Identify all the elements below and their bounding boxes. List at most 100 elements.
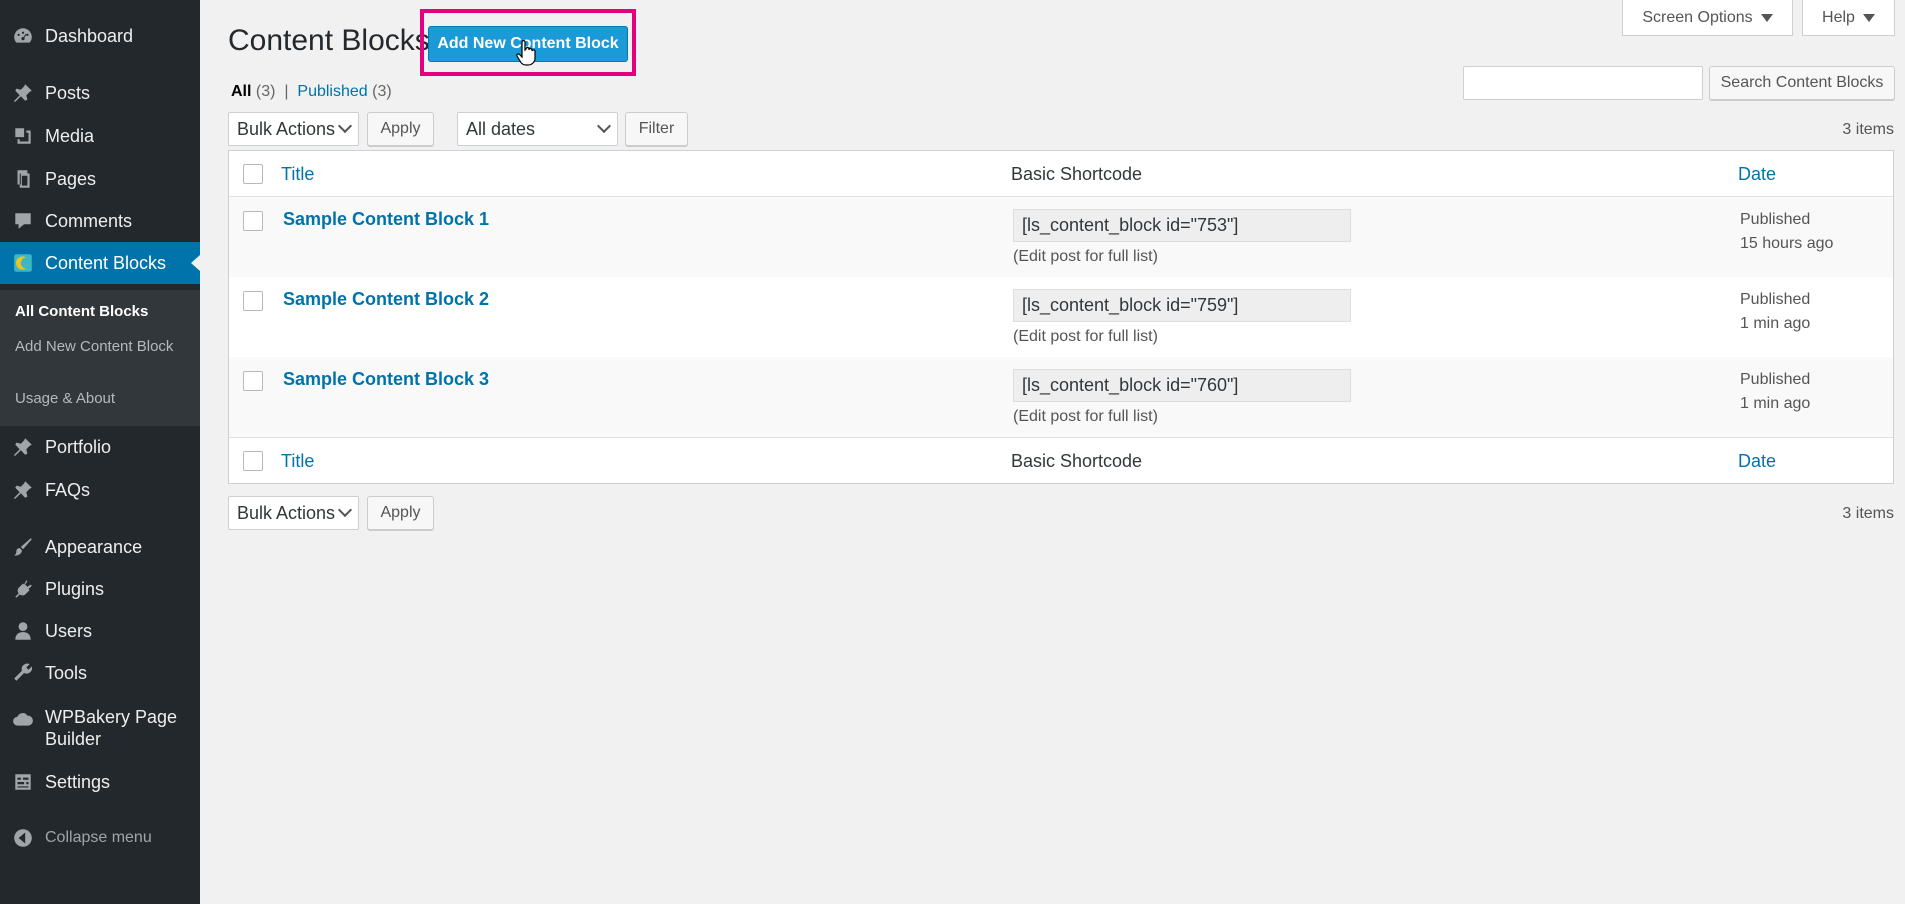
row-checkbox[interactable] [243, 291, 263, 311]
menu-dashboard[interactable]: Dashboard [0, 15, 200, 57]
page-title: Content Blocks [228, 24, 430, 57]
select-all-checkbox[interactable] [243, 451, 263, 471]
menu-users[interactable]: Users [0, 610, 200, 652]
content-blocks-table: Title Basic Shortcode Date Sample Conten… [228, 150, 1894, 484]
row-title-link[interactable]: Sample Content Block 2 [283, 289, 489, 310]
pin-icon [0, 479, 45, 501]
apply-button[interactable]: Apply [367, 112, 434, 146]
menu-comments[interactable]: Comments [0, 200, 200, 242]
pin-icon [0, 82, 45, 104]
column-date[interactable]: Date [1738, 451, 1776, 472]
shortcode-note: (Edit post for full list) [1013, 328, 1158, 345]
dates-select[interactable]: All dates [457, 112, 618, 146]
row-title-link[interactable]: Sample Content Block 3 [283, 369, 489, 390]
table-row: Sample Content Block 1 [ls_content_block… [229, 197, 1893, 277]
dashboard-icon [0, 25, 45, 47]
screen-options-button[interactable]: Screen Options [1622, 0, 1793, 36]
brush-icon [0, 536, 45, 558]
hand-cursor-icon [516, 40, 536, 66]
menu-media[interactable]: Media [0, 115, 200, 157]
chevron-down-icon [337, 502, 353, 518]
table-footer: Title Basic Shortcode Date [229, 437, 1893, 483]
apply-button-bottom[interactable]: Apply [367, 496, 434, 530]
items-count-bottom: 3 items [1842, 505, 1894, 522]
menu-label: Content Blocks [45, 253, 167, 273]
menu-label: Dashboard [45, 26, 134, 46]
row-checkbox[interactable] [243, 211, 263, 231]
filter-published[interactable]: Published [297, 83, 367, 100]
shortcode-field[interactable]: [ls_content_block id="753"] [1013, 209, 1351, 242]
menu-wpbakery[interactable]: WPBakery Page Builder [0, 706, 200, 754]
menu-label: WPBakery Page Builder [45, 707, 178, 749]
row-date: 1 min ago [1740, 395, 1811, 412]
row-checkbox[interactable] [243, 371, 263, 391]
menu-tools[interactable]: Tools [0, 652, 200, 694]
row-title-link[interactable]: Sample Content Block 1 [283, 209, 489, 230]
column-shortcode: Basic Shortcode [1011, 451, 1143, 471]
menu-label: Media [45, 126, 95, 146]
content-blocks-icon [0, 252, 45, 274]
help-label: Help [1822, 8, 1855, 26]
settings-icon [0, 771, 45, 793]
dates-label: All dates [466, 118, 536, 139]
status-filter: All (3) | Published (3) [231, 83, 392, 101]
items-count: 3 items [1842, 121, 1894, 138]
collapse-menu-button[interactable]: Collapse menu [0, 818, 200, 858]
chevron-down-icon [1760, 13, 1773, 22]
help-button[interactable]: Help [1802, 0, 1895, 36]
plug-icon [0, 578, 45, 600]
wrench-icon [0, 662, 45, 684]
column-date[interactable]: Date [1738, 164, 1776, 185]
search-button[interactable]: Search Content Blocks [1709, 66, 1895, 100]
shortcode-field[interactable]: [ls_content_block id="759"] [1013, 289, 1351, 322]
menu-label: Users [45, 621, 93, 641]
menu-label: Pages [45, 169, 97, 189]
filter-button[interactable]: Filter [625, 112, 688, 146]
row-status: Published [1740, 211, 1811, 228]
shortcode-note: (Edit post for full list) [1013, 408, 1158, 425]
chevron-down-icon [596, 118, 612, 134]
column-title[interactable]: Title [281, 164, 314, 185]
menu-pages[interactable]: Pages [0, 158, 200, 200]
shortcode-field[interactable]: [ls_content_block id="760"] [1013, 369, 1351, 402]
menu-content-blocks[interactable]: Content Blocks [0, 242, 200, 284]
media-icon [0, 125, 45, 147]
pages-icon [0, 168, 45, 190]
submenu-add-new-content-block[interactable]: Add New Content Block [15, 337, 185, 356]
user-icon [0, 620, 45, 642]
search-input[interactable] [1463, 66, 1703, 100]
bulk-actions-select[interactable]: Bulk Actions [228, 112, 359, 146]
bulk-actions-select-bottom[interactable]: Bulk Actions [228, 496, 359, 530]
row-date: 1 min ago [1740, 315, 1811, 332]
menu-faqs[interactable]: FAQs [0, 469, 200, 511]
menu-posts[interactable]: Posts [0, 72, 200, 114]
filter-published-count: (3) [372, 83, 392, 100]
column-title[interactable]: Title [281, 451, 314, 472]
menu-label: Portfolio [45, 437, 112, 457]
menu-plugins[interactable]: Plugins [0, 568, 200, 610]
menu-label: Comments [45, 211, 133, 231]
filter-all-count: (3) [255, 83, 276, 100]
chevron-down-icon [337, 118, 353, 134]
menu-label: Posts [45, 83, 91, 103]
collapse-icon [0, 827, 45, 849]
table-header: Title Basic Shortcode Date [229, 151, 1893, 197]
filter-all[interactable]: All [231, 83, 251, 100]
admin-sidebar: Dashboard Posts Media Pages Comments Con… [0, 0, 200, 904]
submenu-usage-about[interactable]: Usage & About [15, 389, 185, 408]
menu-portfolio[interactable]: Portfolio [0, 426, 200, 468]
pin-icon [0, 436, 45, 458]
menu-settings[interactable]: Settings [0, 761, 200, 803]
row-status: Published [1740, 291, 1811, 308]
row-date: 15 hours ago [1740, 235, 1834, 252]
collapse-label: Collapse menu [45, 829, 152, 846]
menu-appearance[interactable]: Appearance [0, 526, 200, 568]
menu-label: Tools [45, 663, 88, 683]
menu-label: Settings [45, 772, 111, 792]
menu-label: Appearance [45, 537, 143, 557]
bulk-actions-label: Bulk Actions [237, 118, 336, 139]
comment-icon [0, 210, 45, 232]
submenu-all-content-blocks[interactable]: All Content Blocks [15, 302, 185, 321]
menu-label: FAQs [45, 480, 91, 500]
select-all-checkbox[interactable] [243, 164, 263, 184]
